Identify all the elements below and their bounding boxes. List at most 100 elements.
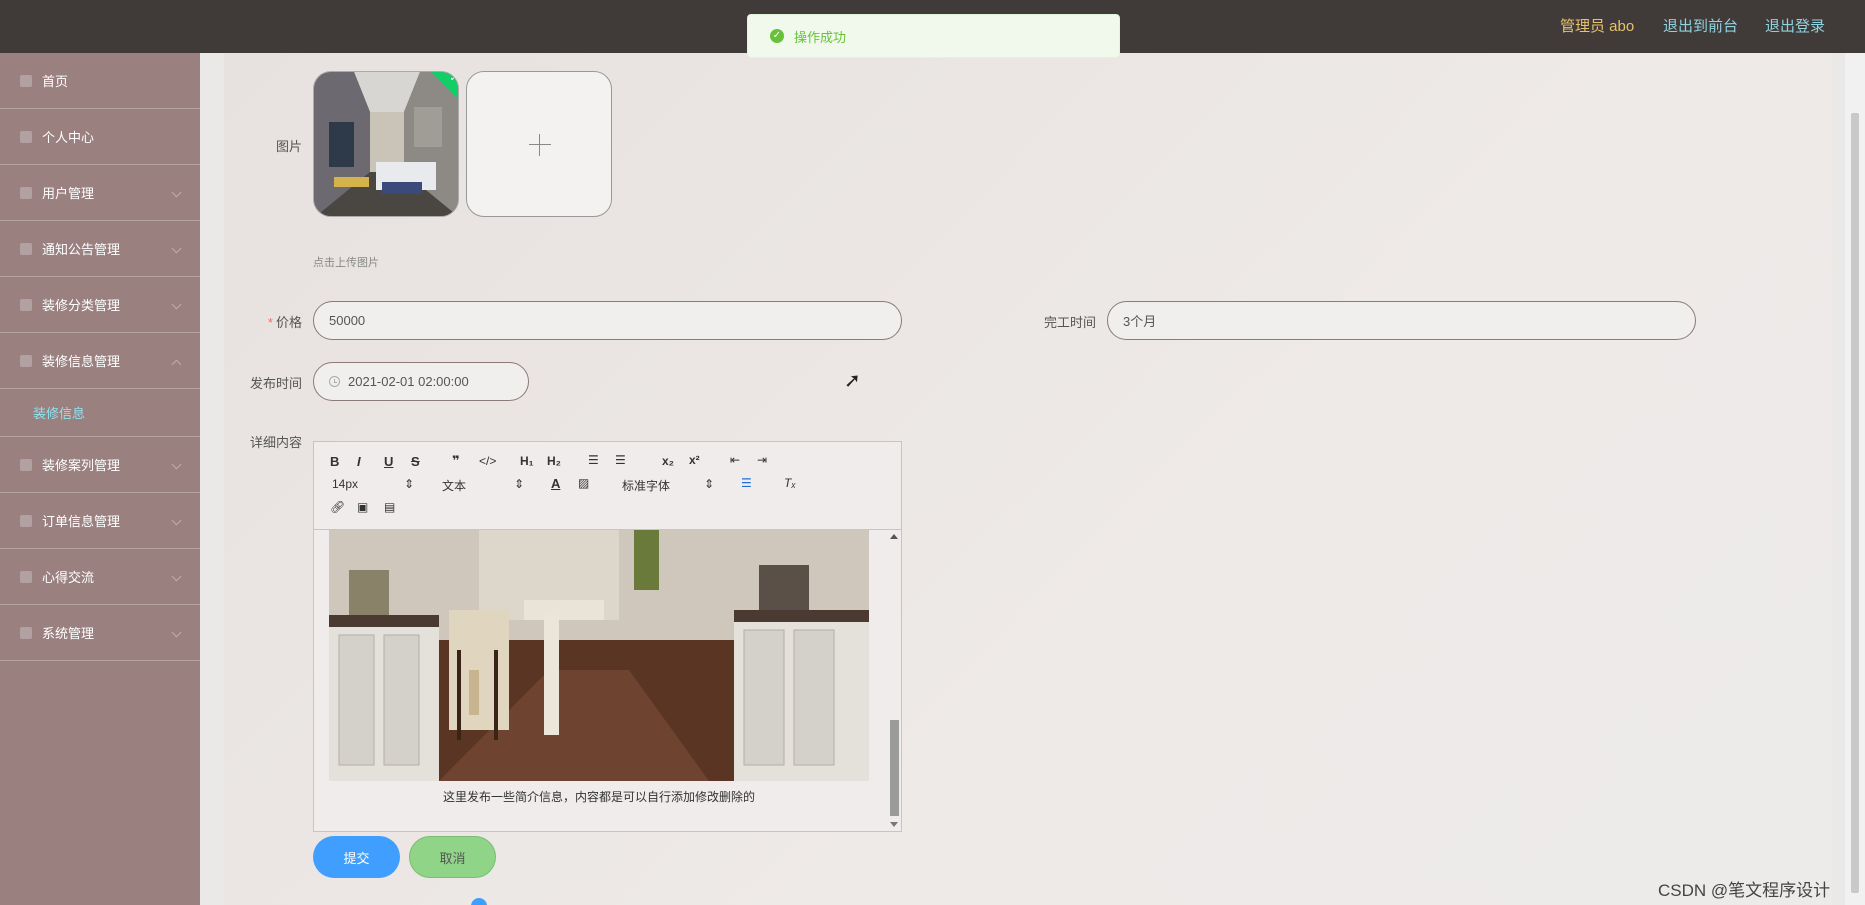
sidebar-item-label: 装修案列管理 (42, 458, 121, 473)
video-insert-icon[interactable]: ▤ (384, 500, 395, 514)
underline-icon[interactable]: U (384, 454, 393, 469)
publish-time-value: 2021-02-01 02:00:00 (348, 374, 469, 389)
heading2-icon[interactable]: H₂ (547, 454, 561, 468)
image-upload-button[interactable] (466, 71, 612, 217)
admin-user-label: 管理员 abo (1560, 18, 1635, 35)
paragraph-select[interactable]: 文本 (442, 477, 466, 494)
sidebar-item-label: 系统管理 (42, 626, 95, 641)
required-marker: * (267, 315, 273, 330)
image-insert-icon[interactable]: ▣ (357, 500, 368, 514)
font-family-select[interactable]: 标准字体 (622, 477, 670, 494)
publish-time-picker[interactable]: 2021-02-01 02:00:00 (313, 362, 529, 401)
scroll-down-icon[interactable] (890, 822, 898, 827)
detail-label: 详细内容 (249, 435, 302, 450)
publish-time-label: 发布时间 (249, 376, 302, 391)
image-label: 图片 (275, 139, 302, 154)
submit-button[interactable]: 提交 (313, 836, 400, 878)
logout-link[interactable]: 退出登录 (1765, 15, 1825, 36)
chevron-down-icon (171, 571, 182, 582)
cancel-button[interactable]: 取消 (409, 836, 496, 878)
notice-icon (20, 242, 32, 255)
rich-text-editor: B I U S ❞ </> H₁ H₂ ☰ ☰ x₂ x² ⇤ ⇥ 14px ⇕… (313, 441, 902, 832)
page-scrollbar[interactable] (1845, 53, 1865, 905)
sidebar-subitem-renovation-info[interactable]: 装修信息 (0, 389, 200, 437)
price-value: 50000 (329, 313, 366, 328)
link-icon[interactable]: 🔗︎ (330, 500, 345, 514)
page-scrollbar-thumb[interactable] (1851, 113, 1859, 893)
monitor-icon (20, 354, 32, 367)
sidebar-item-orders[interactable]: 订单信息管理 (0, 493, 200, 549)
uploaded-image-thumbnail[interactable]: ✓ (313, 71, 459, 217)
sidebar-item-label: 装修信息管理 (42, 354, 121, 369)
dropdown-arrows-icon: ⇕ (514, 477, 525, 491)
back-to-front-link[interactable]: 退出到前台 (1663, 15, 1738, 36)
dropdown-arrows-icon: ⇕ (704, 477, 715, 491)
chevron-down-icon (171, 459, 182, 470)
bold-icon[interactable]: B (330, 454, 339, 469)
chevron-down-icon (171, 187, 182, 198)
blockquote-icon[interactable]: ❞ (452, 453, 460, 469)
sidebar-item-renovation-info[interactable]: 装修信息管理 (0, 333, 200, 389)
sidebar-item-label: 通知公告管理 (42, 242, 121, 257)
plus-icon (529, 144, 551, 145)
chat-icon (20, 570, 32, 583)
sidebar-item-category[interactable]: 装修分类管理 (0, 277, 200, 333)
code-block-icon[interactable]: </> (479, 454, 496, 468)
chevron-down-icon (171, 299, 182, 310)
background-color-icon[interactable]: ▨ (578, 476, 589, 490)
editor-scrollbar[interactable] (887, 530, 901, 831)
order-icon (20, 514, 32, 527)
sidebar-item-notice[interactable]: 通知公告管理 (0, 221, 200, 277)
clear-format-icon[interactable]: Tₓ (784, 476, 796, 490)
home-icon (20, 74, 32, 87)
sidebar-item-label: 装修分类管理 (42, 298, 121, 313)
dining-room-photo (329, 530, 869, 781)
sidebar: 首页 个人中心 用户管理 通知公告管理 装修分类管理 装修信息管理 装修信息 装… (0, 53, 200, 905)
monitor-icon (20, 186, 32, 199)
mouse-pointer-icon: ➚ (844, 370, 861, 392)
strike-icon[interactable]: S (411, 454, 420, 469)
finish-time-input[interactable]: 3个月 (1107, 301, 1696, 340)
room-photo (314, 72, 458, 216)
heading1-icon[interactable]: H₁ (520, 454, 534, 468)
subscript-icon[interactable]: x₂ (662, 454, 674, 468)
sidebar-item-users[interactable]: 用户管理 (0, 165, 200, 221)
success-check-icon: ✓ (770, 29, 784, 43)
sidebar-item-home[interactable]: 首页 (0, 53, 200, 109)
sidebar-item-cases[interactable]: 装修案列管理 (0, 437, 200, 493)
superscript-icon[interactable]: x² (689, 453, 700, 467)
chevron-down-icon (171, 243, 182, 254)
editor-caption: 这里发布一些简介信息，内容都是可以自行添加修改删除的 (442, 790, 755, 804)
scroll-up-icon[interactable] (890, 534, 898, 539)
success-toast: ✓ 操作成功 (747, 14, 1120, 58)
sidebar-item-profile[interactable]: 个人中心 (0, 109, 200, 165)
price-label: * 价格 (250, 312, 302, 331)
clock-icon (329, 376, 340, 387)
align-icon[interactable]: ☰ (741, 476, 752, 490)
sidebar-item-label: 订单信息管理 (42, 514, 121, 529)
indent-icon[interactable]: ⇥ (757, 453, 767, 467)
sidebar-item-system[interactable]: 系统管理 (0, 605, 200, 661)
chart-icon (20, 298, 32, 311)
price-label-text: 价格 (275, 315, 302, 330)
toast-message: 操作成功 (794, 29, 847, 45)
chevron-down-icon (171, 627, 182, 638)
ordered-list-icon[interactable]: ☰ (588, 453, 599, 467)
font-size-select[interactable]: 14px (332, 477, 358, 491)
scrollbar-thumb[interactable] (890, 720, 899, 816)
dropdown-arrows-icon: ⇕ (404, 477, 415, 491)
editor-content[interactable]: 这里发布一些简介信息，内容都是可以自行添加修改删除的 (314, 530, 901, 831)
check-icon: ✓ (449, 72, 458, 84)
outdent-icon[interactable]: ⇤ (730, 453, 740, 467)
sidebar-item-label: 用户管理 (42, 186, 95, 201)
upload-hint: 点击上传图片 (313, 257, 379, 269)
font-color-icon[interactable]: A (551, 476, 560, 491)
price-input[interactable]: 50000 (313, 301, 902, 340)
bullet-list-icon[interactable]: ☰ (615, 453, 626, 467)
settings-icon (20, 626, 32, 639)
sidebar-item-label: 心得交流 (42, 570, 95, 585)
italic-icon[interactable]: I (357, 454, 361, 469)
editor-toolbar: B I U S ❞ </> H₁ H₂ ☰ ☰ x₂ x² ⇤ ⇥ 14px ⇕… (314, 442, 901, 530)
sidebar-item-exchange[interactable]: 心得交流 (0, 549, 200, 605)
chevron-down-icon (171, 515, 182, 526)
